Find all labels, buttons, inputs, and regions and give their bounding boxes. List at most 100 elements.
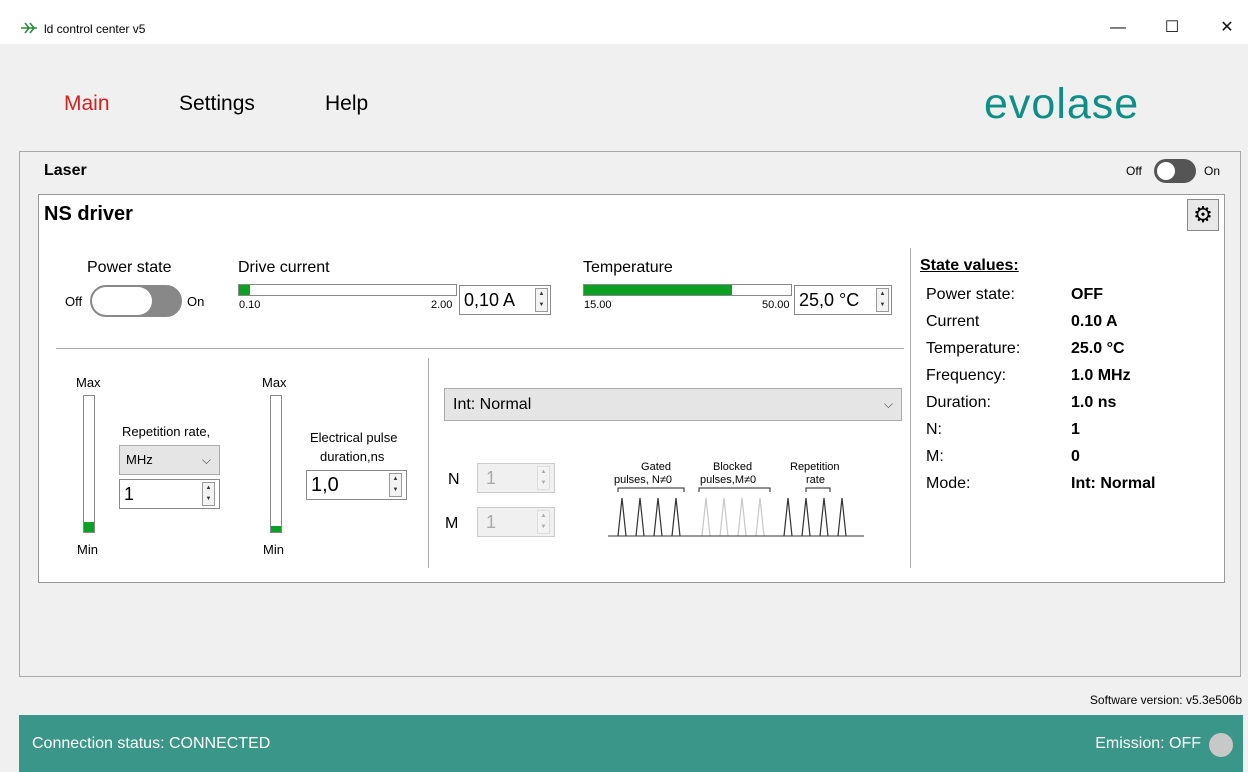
spin-updown-icon[interactable]: ▲ ▼ [202,482,215,506]
temperature-value: 25,0 °C [799,290,860,310]
drive-current-value: 0,10 A [464,290,516,310]
state-label: Power state: [926,286,1015,303]
rep-rate-unit-value: MHz [126,452,153,467]
toggle-knob [1157,162,1175,180]
blocked-label-line2: pulses,M≠0 [700,474,757,486]
state-value: 25.0 °C [1071,340,1125,357]
pulse-duration-label-line2: duration,ns [320,449,385,464]
mode-selected-value: Int: Normal [453,396,532,413]
laser-toggle[interactable] [1154,159,1196,183]
close-button[interactable]: ✕ [1215,16,1239,40]
spin-updown-icon[interactable]: ▲ ▼ [537,466,550,490]
blocked-label-line1: Blocked [713,461,753,473]
rep-rate-spinbox[interactable]: 1 ▲ ▼ [119,479,220,509]
power-off-label: Off [65,294,83,309]
drive-current-min: 0.10 [239,299,261,311]
maximize-button[interactable]: ☐ [1160,16,1184,40]
gear-icon[interactable]: ⚙ [1187,199,1219,231]
state-label: Duration: [926,394,991,411]
drive-current-label: Drive current [238,259,330,276]
spin-updown-icon[interactable]: ▲ ▼ [389,473,402,497]
n-spinbox[interactable]: 1 ▲ ▼ [477,463,555,493]
divider [910,248,911,568]
rep-rate-label: Repetition rate, [122,424,211,439]
rep-rate-diagram-label-line2: rate [806,474,825,486]
mode-select[interactable]: Int: Normal ⌵ [444,388,902,421]
rep-rate-max-label: Max [76,375,101,390]
toggle-knob [92,287,152,315]
emission-status: Emission: OFF [1095,735,1201,752]
pulse-duration-spinbox[interactable]: 1,0 ▲ ▼ [306,470,407,500]
pulse-duration-value: 1,0 [311,474,339,496]
temperature-fill [584,285,732,295]
spin-updown-icon[interactable]: ▲ ▼ [537,510,550,534]
laser-toggle-on-label: On [1204,164,1221,178]
power-state-toggle[interactable] [90,285,182,317]
rep-rate-value: 1 [124,484,135,504]
state-value: 0 [1071,448,1080,465]
app-icon [21,22,37,34]
connection-status: Connection status: CONNECTED [32,735,271,752]
pulse-duration-level-fill [271,526,281,532]
chevron-down-icon: ⌵ [883,397,893,411]
state-value: 1 [1071,421,1080,438]
power-on-label: On [187,294,205,309]
temperature-spinbox[interactable]: 25,0 °C ▲ ▼ [794,285,892,315]
power-state-label: Power state [87,259,172,276]
drive-current-bar [238,284,457,296]
rep-rate-min-label: Min [77,542,98,557]
temperature-label: Temperature [583,259,673,276]
state-values-title: State values: [920,257,1019,274]
temperature-min: 15.00 [584,299,612,311]
m-spinbox[interactable]: 1 ▲ ▼ [477,507,555,537]
state-label: N: [926,421,942,438]
pulse-duration-min-label: Min [263,542,284,557]
menu-main[interactable]: Main [64,92,110,116]
rep-rate-diagram-label-line1: Repetition [790,461,840,473]
temperature-bar [583,284,792,296]
m-value: 1 [486,512,497,532]
ns-driver-title: NS driver [44,203,133,225]
menu-help[interactable]: Help [325,92,368,116]
window-title: ld control center v5 [44,22,146,36]
title-bar: ld control center v5 — ☐ ✕ [0,0,1248,44]
status-bar: Connection status: CONNECTED Emission: O… [19,715,1243,772]
gated-label-line2: pulses, N≠0 [614,474,673,486]
rep-rate-level-bar [83,395,95,533]
drive-current-max: 2.00 [431,299,453,311]
spin-updown-icon[interactable]: ▲ ▼ [876,288,889,312]
rep-rate-unit-select[interactable]: MHz ⌵ [119,445,220,475]
m-label: M [445,515,459,532]
spin-updown-icon[interactable]: ▲ ▼ [535,288,548,312]
state-label: M: [926,448,944,465]
laser-toggle-off-label: Off [1126,164,1142,178]
emission-indicator-icon [1209,733,1233,757]
chevron-down-icon: ⌵ [201,453,211,467]
n-label: N [448,471,460,488]
pulse-diagram [608,487,864,537]
state-value: OFF [1071,286,1103,303]
drive-current-spinbox[interactable]: 0,10 A ▲ ▼ [459,285,551,315]
pulse-duration-max-label: Max [262,375,287,390]
software-version: Software version: v5.3e506b [1089,693,1242,707]
temperature-max: 50.00 [762,299,790,311]
state-label: Mode: [926,475,971,492]
menu-settings[interactable]: Settings [179,92,255,116]
state-label: Frequency: [926,367,1007,384]
state-label: Current [926,313,980,330]
laser-title: Laser [44,162,87,179]
state-value: Int: Normal [1071,475,1156,492]
divider [428,358,429,568]
minimize-button[interactable]: — [1106,16,1130,40]
state-value: 1.0 ns [1071,394,1117,411]
n-value: 1 [486,468,497,488]
state-value: 0.10 A [1071,313,1118,330]
drive-current-fill [239,285,250,295]
rep-rate-level-fill [84,522,94,532]
state-label: Temperature: [926,340,1021,357]
pulse-duration-label-line1: Electrical pulse [310,430,398,445]
state-value: 1.0 MHz [1071,367,1131,384]
pulse-duration-level-bar [270,395,282,533]
divider [56,348,904,349]
gated-label-line1: Gated [641,461,671,473]
